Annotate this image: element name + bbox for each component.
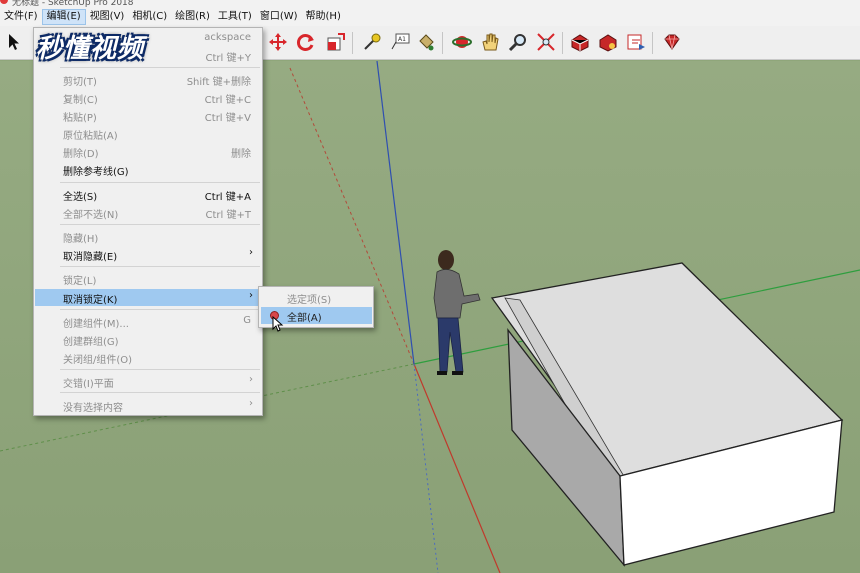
tape-measure-icon[interactable]: [360, 30, 384, 54]
box-model[interactable]: [490, 262, 844, 567]
select-icon[interactable]: [2, 30, 26, 54]
extension-manager-icon[interactable]: [660, 30, 684, 54]
menu-separator: [60, 369, 260, 370]
menu-camera[interactable]: 相机(C): [128, 9, 171, 25]
menu-bar: 文件(F) 编辑(E) 视图(V) 相机(C) 绘图(R) 工具(T) 窗口(W…: [0, 8, 860, 26]
menu-separator: [60, 67, 260, 68]
orbit-icon[interactable]: [450, 30, 474, 54]
menu-separator: [60, 182, 260, 183]
watermark-logo: 秒懂视频: [36, 34, 145, 64]
menu-item-no-selection[interactable]: 没有选择内容 ›: [35, 397, 261, 414]
menu-item-unlock[interactable]: 取消锁定(K) ›: [35, 289, 261, 306]
send-to-layout-icon[interactable]: [624, 30, 648, 54]
toolbar-separator: [652, 32, 653, 54]
red-axis: [413, 363, 501, 573]
menu-item-make-component[interactable]: 创建组件(M)... G: [35, 313, 261, 330]
menu-separator: [60, 309, 260, 310]
move-icon[interactable]: [266, 30, 290, 54]
toolbar-separator: [352, 32, 353, 54]
menu-item-hide[interactable]: 隐藏(H): [35, 228, 261, 245]
menu-item-cut[interactable]: 剪切(T) Shift 键+删除: [35, 71, 261, 88]
paint-bucket-icon[interactable]: [414, 30, 438, 54]
menu-item-make-group[interactable]: 创建群组(G): [35, 331, 261, 348]
menu-view[interactable]: 视图(V): [86, 9, 129, 25]
menu-tools[interactable]: 工具(T): [214, 9, 256, 25]
blue-axis-negative: [413, 363, 439, 573]
submenu-arrow-icon: ›: [249, 398, 253, 409]
menu-item-lock[interactable]: 锁定(L): [35, 270, 261, 287]
menu-window[interactable]: 窗口(W): [256, 9, 302, 25]
person-figure[interactable]: [433, 250, 481, 375]
title-bar: 无标题 - SketchUp Pro 2018: [0, 0, 860, 8]
app-icon: [0, 0, 8, 4]
svg-text:A1: A1: [398, 36, 406, 43]
submenu-arrow-icon: ›: [249, 290, 253, 301]
menu-help[interactable]: 帮助(H): [302, 9, 345, 25]
rotate-icon[interactable]: [294, 30, 318, 54]
menu-item-select-all[interactable]: 全选(S) Ctrl 键+A: [35, 186, 261, 203]
menu-item-intersect-faces[interactable]: 交错(I)平面 ›: [35, 373, 261, 390]
menu-file[interactable]: 文件(F): [0, 9, 42, 25]
menu-separator: [60, 224, 260, 225]
menu-item-unhide[interactable]: 取消隐藏(E) ›: [35, 246, 261, 263]
menu-item-close-group[interactable]: 关闭组/组件(O): [35, 349, 261, 366]
menu-item-copy[interactable]: 复制(C) Ctrl 键+C: [35, 89, 261, 106]
toolbar-separator: [562, 32, 563, 54]
menu-item-paste[interactable]: 粘贴(P) Ctrl 键+V: [35, 107, 261, 124]
menu-item-delete-guides[interactable]: 删除参考线(G): [35, 161, 261, 178]
menu-edit[interactable]: 编辑(E): [41, 9, 86, 25]
submenu-arrow-icon: ›: [249, 247, 253, 258]
menu-item-delete[interactable]: 删除(D) 删除: [35, 143, 261, 160]
window-title: 无标题 - SketchUp Pro 2018: [12, 0, 134, 8]
toolbar-separator: [442, 32, 443, 54]
mouse-cursor-icon: [272, 315, 284, 335]
menu-separator: [60, 266, 260, 267]
menu-separator: [60, 392, 260, 393]
menu-draw[interactable]: 绘图(R): [171, 9, 214, 25]
zoom-extents-icon[interactable]: [534, 30, 558, 54]
submenu-item-selected[interactable]: 选定项(S): [261, 289, 372, 306]
scale-icon[interactable]: [324, 30, 348, 54]
extension-warehouse-icon[interactable]: [596, 30, 620, 54]
submenu-arrow-icon: ›: [249, 374, 253, 385]
pan-icon[interactable]: [478, 30, 502, 54]
menu-item-select-none[interactable]: 全部不选(N) Ctrl 键+T: [35, 204, 261, 221]
text-icon[interactable]: A1: [388, 30, 412, 54]
menu-item-paste-in-place[interactable]: 原位粘贴(A): [35, 125, 261, 142]
3d-warehouse-icon[interactable]: [568, 30, 592, 54]
zoom-icon[interactable]: [506, 30, 530, 54]
edit-menu-dropdown: ackspace Ctrl 键+Y 剪切(T) Shift 键+删除 复制(C) C…: [33, 27, 263, 416]
